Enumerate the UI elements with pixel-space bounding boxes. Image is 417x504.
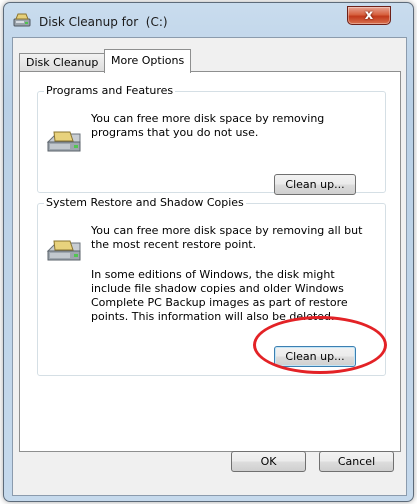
- hard-drive-icon: [46, 131, 81, 152]
- cancel-button[interactable]: Cancel: [319, 451, 394, 472]
- restore-description: You can free more disk space by removing…: [91, 224, 363, 251]
- close-button[interactable]: x: [347, 6, 391, 25]
- restore-group-title: System Restore and Shadow Copies: [44, 196, 246, 209]
- tab-more-options[interactable]: More Options: [104, 49, 192, 73]
- close-icon: x: [364, 8, 374, 23]
- tab-disk-cleanup[interactable]: Disk Cleanup: [19, 53, 106, 72]
- programs-description: You can free more disk space by removing…: [91, 112, 325, 139]
- dialog-window: Disk Cleanup for (C:) x Disk Cleanup Mor…: [3, 2, 414, 502]
- title-bar[interactable]: Disk Cleanup for (C:) x: [4, 3, 413, 37]
- ok-button[interactable]: OK: [231, 451, 306, 472]
- programs-and-features-group: Programs and Features You can free more …: [37, 84, 386, 195]
- hard-drive-icon: [46, 240, 81, 261]
- more-options-panel: Programs and Features You can free more …: [19, 71, 401, 452]
- annotation-circle: [253, 316, 387, 374]
- programs-group-title: Programs and Features: [44, 84, 176, 97]
- window-title: Disk Cleanup for (C:): [39, 15, 168, 29]
- programs-cleanup-button[interactable]: Clean up...: [274, 174, 356, 195]
- disk-cleanup-icon: [13, 13, 31, 27]
- dialog-client-area: Disk Cleanup More Options Programs and F…: [12, 37, 407, 496]
